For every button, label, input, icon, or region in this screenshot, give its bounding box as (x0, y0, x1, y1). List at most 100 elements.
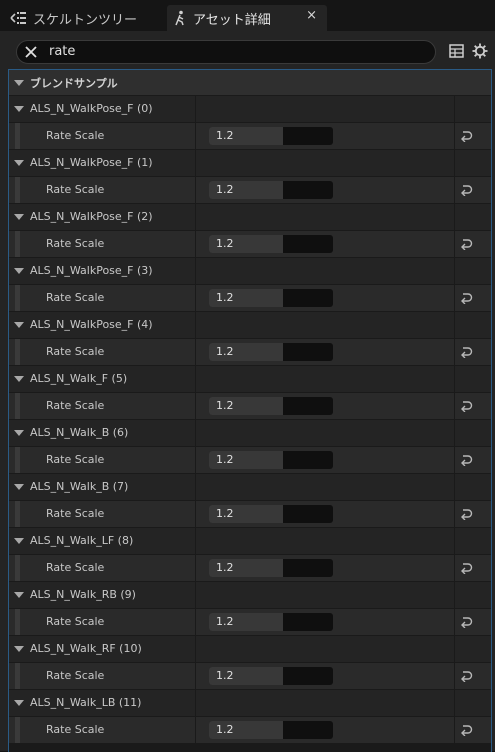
gear-icon[interactable] (471, 42, 489, 60)
rate-scale-field[interactable]: 1.2 (209, 667, 333, 685)
indent-bar (15, 285, 20, 311)
sample-group-row[interactable]: ALS_N_Walk_RB (9) (9, 582, 491, 609)
expand-arrow-icon[interactable] (14, 214, 24, 220)
property-row: Rate Scale 1.2 (9, 285, 491, 312)
search-input[interactable] (49, 42, 419, 61)
reset-to-default-icon[interactable] (458, 668, 474, 684)
category-header[interactable]: ブレンドサンプル (9, 70, 491, 96)
column-divider (454, 96, 455, 122)
sample-group-row[interactable]: ALS_N_Walk_LF (8) (9, 528, 491, 555)
column-divider (454, 690, 455, 716)
column-divider (454, 177, 455, 203)
rate-scale-field[interactable]: 1.2 (209, 343, 333, 361)
column-divider (195, 582, 196, 608)
expand-arrow-icon[interactable] (14, 484, 24, 490)
rate-scale-field[interactable]: 1.2 (209, 505, 333, 523)
expand-arrow-icon[interactable] (14, 592, 24, 598)
sample-group-row[interactable]: ALS_N_Walk_RF (10) (9, 636, 491, 663)
column-divider (454, 447, 455, 473)
sample-name: ALS_N_Walk_LF (8) (30, 534, 134, 547)
clear-search-icon[interactable] (22, 43, 40, 61)
sample-group-row[interactable]: ALS_N_WalkPose_F (0) (9, 96, 491, 123)
column-divider (454, 312, 455, 338)
skeleton-tree-icon (9, 9, 27, 27)
column-divider (454, 150, 455, 176)
rate-scale-value: 1.2 (216, 507, 234, 520)
column-divider (195, 717, 196, 743)
column-divider (195, 312, 196, 338)
sample-name: ALS_N_Walk_RF (10) (30, 642, 142, 655)
sample-name: ALS_N_Walk_RB (9) (30, 588, 136, 601)
column-divider (454, 528, 455, 554)
column-divider (454, 393, 455, 419)
reset-to-default-icon[interactable] (458, 128, 474, 144)
reset-to-default-icon[interactable] (458, 614, 474, 630)
rate-scale-field[interactable]: 1.2 (209, 289, 333, 307)
expand-arrow-icon[interactable] (14, 268, 24, 274)
expand-arrow-icon[interactable] (14, 160, 24, 166)
tab-skeleton-tree-label: スケルトンツリー (33, 12, 138, 28)
property-label: Rate Scale (46, 723, 105, 736)
sample-name: ALS_N_Walk_LB (11) (30, 696, 142, 709)
sample-group-row[interactable]: ALS_N_Walk_LB (11) (9, 690, 491, 717)
rate-scale-field[interactable]: 1.2 (209, 127, 333, 145)
rate-scale-field[interactable]: 1.2 (209, 181, 333, 199)
rate-scale-value: 1.2 (216, 615, 234, 628)
property-label: Rate Scale (46, 453, 105, 466)
expand-arrow-icon[interactable] (14, 430, 24, 436)
property-row: Rate Scale 1.2 (9, 663, 491, 690)
reset-to-default-icon[interactable] (458, 182, 474, 198)
property-label: Rate Scale (46, 291, 105, 304)
rate-scale-field[interactable]: 1.2 (209, 397, 333, 415)
indent-bar (15, 555, 20, 581)
rate-scale-field[interactable]: 1.2 (209, 451, 333, 469)
reset-to-default-icon[interactable] (458, 236, 474, 252)
property-label: Rate Scale (46, 237, 105, 250)
reset-to-default-icon[interactable] (458, 452, 474, 468)
sample-group-row[interactable]: ALS_N_WalkPose_F (4) (9, 312, 491, 339)
column-divider (195, 555, 196, 581)
column-divider (454, 258, 455, 284)
reset-to-default-icon[interactable] (458, 398, 474, 414)
tab-skeleton-tree[interactable]: スケルトンツリー (0, 5, 160, 31)
property-row: Rate Scale 1.2 (9, 555, 491, 582)
column-divider (195, 609, 196, 635)
reset-to-default-icon[interactable] (458, 344, 474, 360)
expand-arrow-icon[interactable] (14, 322, 24, 328)
rate-scale-field[interactable]: 1.2 (209, 613, 333, 631)
sample-group-row[interactable]: ALS_N_WalkPose_F (2) (9, 204, 491, 231)
rate-scale-value: 1.2 (216, 399, 234, 412)
reset-to-default-icon[interactable] (458, 722, 474, 738)
search-box (16, 40, 436, 64)
column-divider (454, 285, 455, 311)
expand-arrow-icon[interactable] (14, 646, 24, 652)
sample-group-row[interactable]: ALS_N_Walk_F (5) (9, 366, 491, 393)
reset-to-default-icon[interactable] (458, 506, 474, 522)
tab-asset-details[interactable]: アセット詳細 × (167, 5, 327, 31)
sample-group-row[interactable]: ALS_N_Walk_B (6) (9, 420, 491, 447)
column-divider (454, 474, 455, 500)
sample-group-row[interactable]: ALS_N_WalkPose_F (3) (9, 258, 491, 285)
indent-bar (15, 447, 20, 473)
indent-bar (15, 501, 20, 527)
reset-to-default-icon[interactable] (458, 560, 474, 576)
column-divider (195, 258, 196, 284)
reset-to-default-icon[interactable] (458, 290, 474, 306)
rate-scale-value: 1.2 (216, 561, 234, 574)
column-divider (195, 636, 196, 662)
expand-arrow-icon[interactable] (14, 106, 24, 112)
sample-group-row[interactable]: ALS_N_Walk_B (7) (9, 474, 491, 501)
property-row: Rate Scale 1.2 (9, 393, 491, 420)
close-tab-icon[interactable]: × (306, 8, 317, 23)
rate-scale-field[interactable]: 1.2 (209, 721, 333, 739)
rate-scale-field[interactable]: 1.2 (209, 235, 333, 253)
expand-arrow-icon[interactable] (14, 538, 24, 544)
expand-arrow-icon[interactable] (14, 376, 24, 382)
column-divider (195, 123, 196, 149)
column-divider (195, 447, 196, 473)
rate-scale-field[interactable]: 1.2 (209, 559, 333, 577)
sample-group-row[interactable]: ALS_N_WalkPose_F (1) (9, 150, 491, 177)
rate-scale-value: 1.2 (216, 129, 234, 142)
expand-arrow-icon[interactable] (14, 700, 24, 706)
table-view-icon[interactable] (447, 42, 465, 60)
